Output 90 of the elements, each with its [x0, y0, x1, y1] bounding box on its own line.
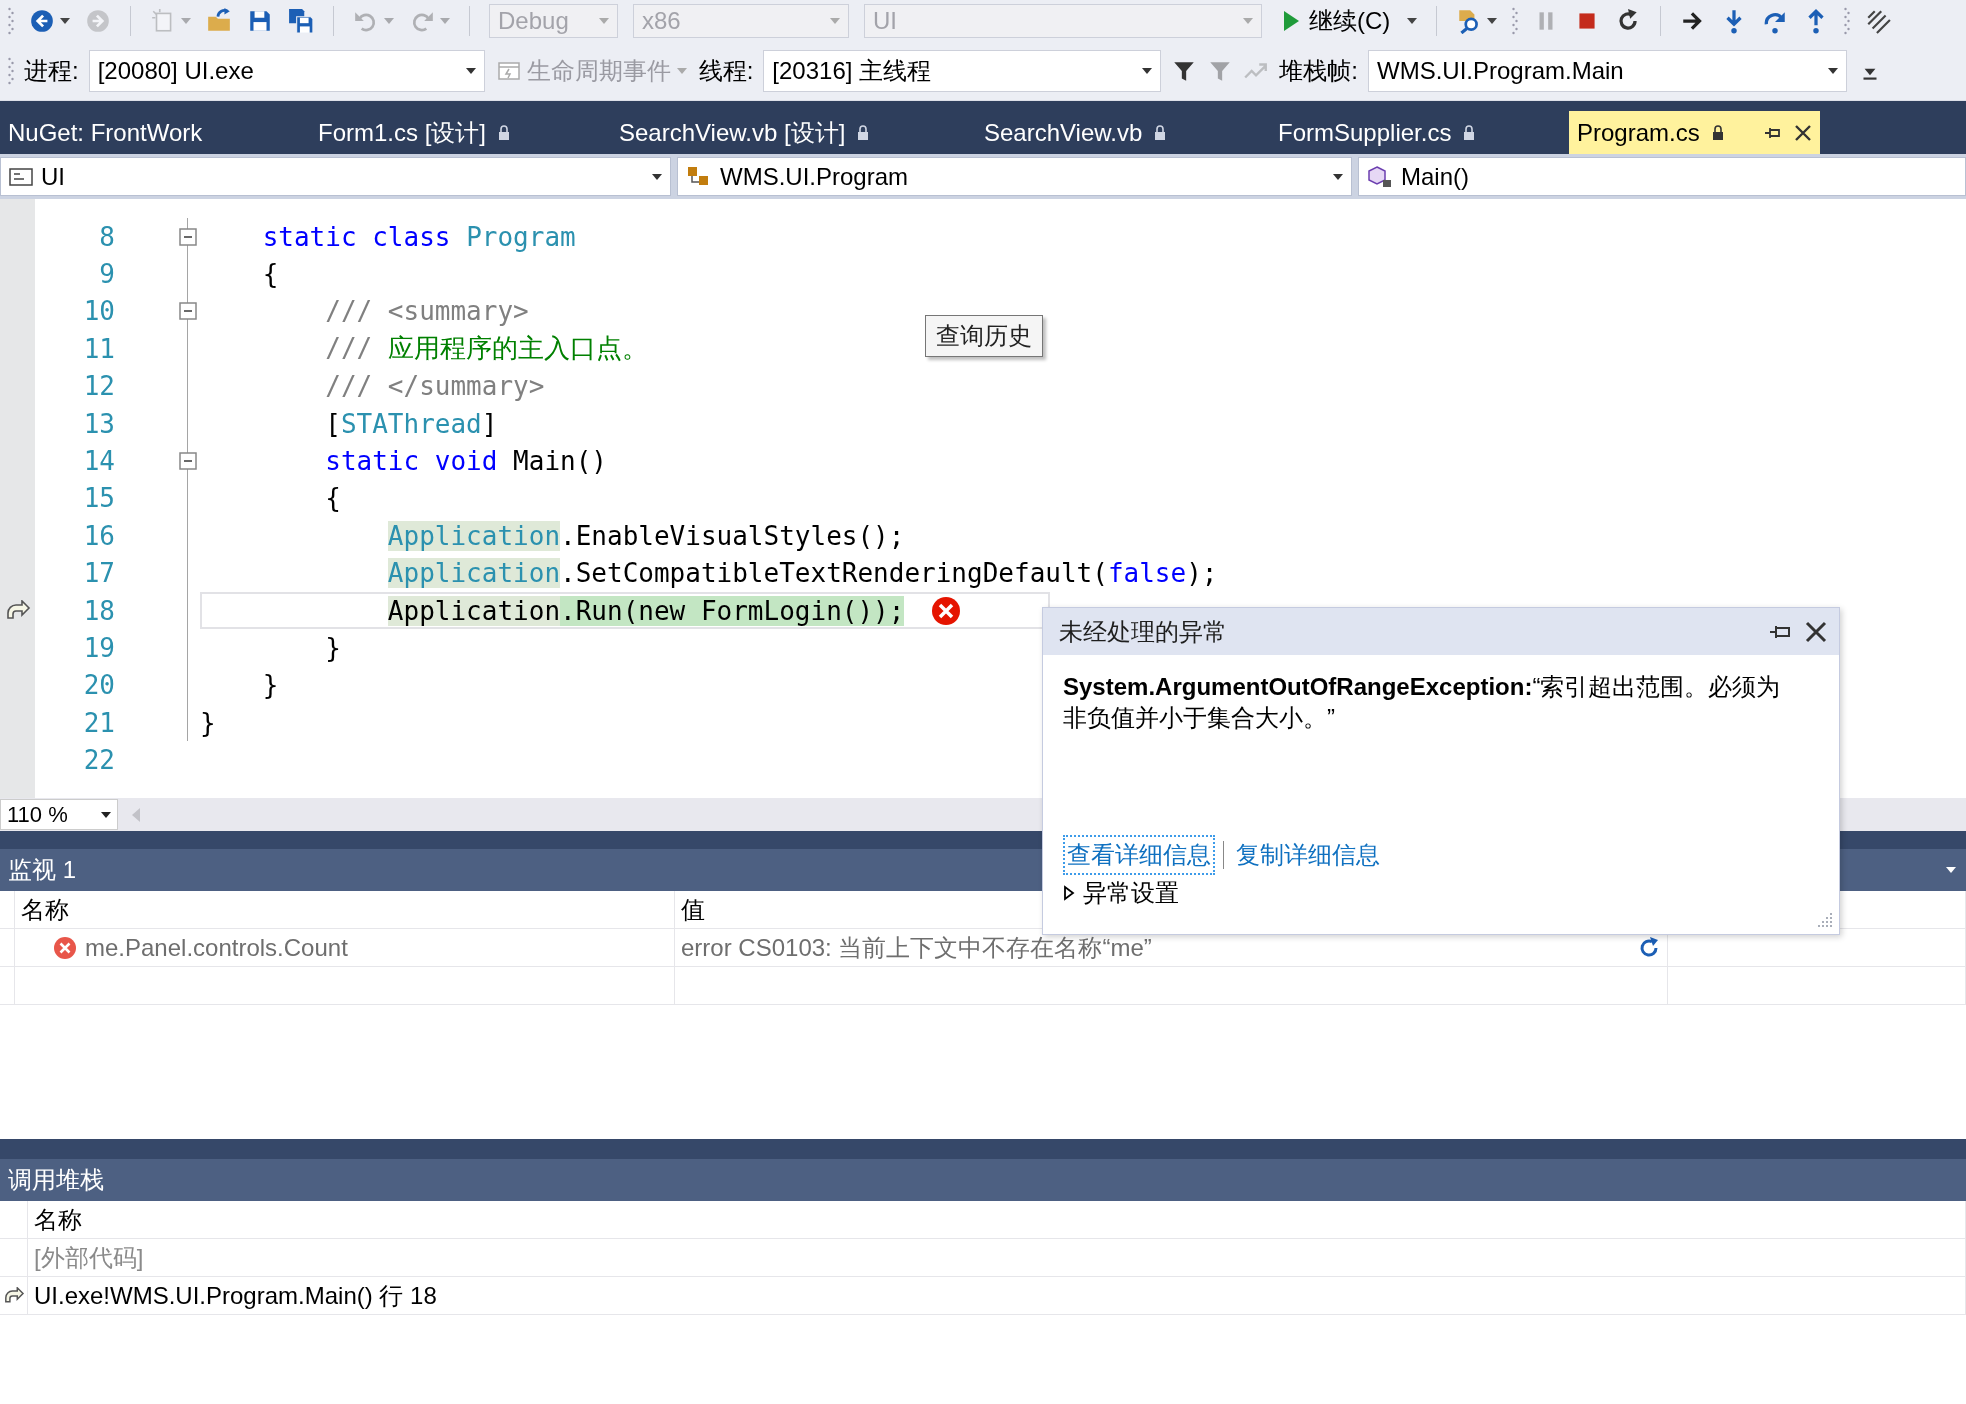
line-number: 20 [82, 670, 115, 701]
line-number: 18 [82, 595, 115, 626]
line-number: 10 [82, 296, 115, 327]
panel-title: 监视 1 [8, 855, 76, 885]
popup-title: 未经处理的异常 [1059, 616, 1228, 647]
line-number: 11 [82, 333, 115, 364]
line-number: 9 [98, 259, 115, 290]
code-line: /// </summary> [324, 371, 545, 402]
code-line: Application.Run(new FormLogin()); [386, 595, 905, 626]
close-icon[interactable] [1805, 620, 1827, 643]
code-line: [STAThread] [324, 408, 498, 439]
cube-icon [1367, 164, 1393, 189]
close-icon[interactable] [1794, 123, 1812, 142]
document-tab[interactable]: SearchView.vb [设计] [611, 111, 976, 154]
exception-message: System.ArgumentOutOfRangeException:“索引超出范围。必须为非负值并小于集合大小。” [1063, 672, 1782, 733]
save-icon[interactable] [247, 8, 273, 34]
caret-icon[interactable] [465, 68, 476, 74]
toolbar-grip[interactable] [1844, 7, 1851, 35]
table-cell: me.Panel.controls.Count [85, 933, 348, 962]
table-cell-text: error CS0103: 当前上下文中不存在名称“me” [681, 932, 1152, 963]
line-number: 19 [82, 633, 115, 663]
collapse-icon[interactable] [179, 302, 197, 321]
caret-icon[interactable] [101, 811, 111, 818]
caret-icon[interactable] [60, 18, 70, 24]
code-line: static class Program [261, 221, 576, 252]
toolbar-label: 进程: [24, 56, 79, 86]
line-number: 12 [82, 371, 115, 402]
project-icon [9, 166, 33, 187]
code-line: /// 应用程序的主入口点。 [324, 332, 648, 366]
link[interactable]: 复制详细信息 [1232, 835, 1384, 875]
zoom-dropdown[interactable]: 110 % [0, 799, 118, 830]
document-tab[interactable]: Form1.cs [设计] [310, 111, 611, 154]
document-tab[interactable]: NuGet: FrontWork [0, 111, 310, 154]
toolbar-grip[interactable] [1512, 7, 1519, 35]
dropdown[interactable]: Main() [1358, 157, 1966, 196]
collapse-icon[interactable] [179, 227, 197, 246]
column-header[interactable]: 值 [681, 893, 705, 926]
caret-icon[interactable] [1333, 173, 1343, 180]
dropdown[interactable]: [20080] UI.exe [88, 50, 485, 92]
dropdown[interactable]: WMS.UI.Program [677, 157, 1352, 196]
caret-icon[interactable] [652, 173, 662, 180]
line-number: 21 [82, 707, 115, 738]
caret-icon[interactable] [1407, 18, 1418, 24]
document-tab[interactable]: Program.cs [1569, 111, 1820, 154]
back-icon[interactable] [29, 8, 55, 34]
save-all-icon[interactable] [288, 8, 314, 34]
link[interactable]: 查看详细信息 [1063, 835, 1215, 875]
column-header[interactable]: 名称 [34, 1203, 82, 1236]
line-number: 16 [82, 520, 115, 551]
expand-arrow-icon[interactable] [1063, 885, 1075, 901]
document-tab[interactable]: FormSupplier.cs [1270, 111, 1569, 154]
dropdown[interactable]: UI [0, 157, 671, 196]
caret-icon[interactable] [1487, 18, 1498, 24]
stack-frame[interactable]: UI.exe!WMS.UI.Program.Main() 行 18 [34, 1279, 437, 1312]
pin-icon[interactable] [1769, 623, 1791, 640]
toolbar-grip[interactable] [8, 7, 14, 35]
code-line: Application.EnableVisualStyles(); [386, 520, 905, 551]
toolbar-label: 堆栈帧: [1279, 56, 1358, 86]
caret-icon[interactable] [1142, 68, 1153, 74]
folder-icon[interactable] [206, 8, 232, 34]
dropdown[interactable]: [20316] 主线程 [763, 50, 1162, 92]
line-number: 17 [82, 558, 115, 589]
collapse-icon[interactable] [179, 452, 197, 471]
document-tab[interactable]: SearchView.vb [976, 111, 1270, 154]
toolbar-label: 线程: [698, 56, 754, 86]
tooltip: 查询历史 [925, 315, 1043, 357]
line-number: 15 [82, 483, 115, 514]
code-line: } [324, 633, 341, 663]
line-number: 22 [82, 745, 115, 776]
line-number: 8 [98, 221, 115, 252]
caret-icon[interactable] [1828, 68, 1838, 74]
panel-title: 调用堆栈 [8, 1165, 104, 1195]
column-header[interactable]: 名称 [21, 893, 69, 926]
code-line: } [200, 707, 216, 738]
code-line: static void Main() [324, 446, 607, 477]
line-number: 13 [82, 408, 115, 439]
code-line: /// <summary> [324, 296, 529, 327]
code-line: { [324, 483, 341, 514]
toolbar-grip[interactable] [8, 57, 14, 85]
caret-icon[interactable] [1944, 867, 1958, 873]
resize-grip[interactable] [1817, 912, 1833, 928]
continue-button[interactable]: 继续(C) [1277, 5, 1393, 37]
code-line: } [261, 670, 279, 701]
hatch-icon[interactable] [1865, 8, 1892, 34]
code-line: Application.SetCompatibleTextRenderingDefault(false); [386, 558, 1218, 589]
expander-label[interactable]: 异常设置 [1083, 877, 1179, 909]
window-icon [496, 59, 521, 83]
code-line: { [261, 259, 279, 290]
dropdown[interactable]: WMS.UI.Program.Main [1368, 50, 1847, 92]
line-number: 14 [82, 446, 115, 477]
